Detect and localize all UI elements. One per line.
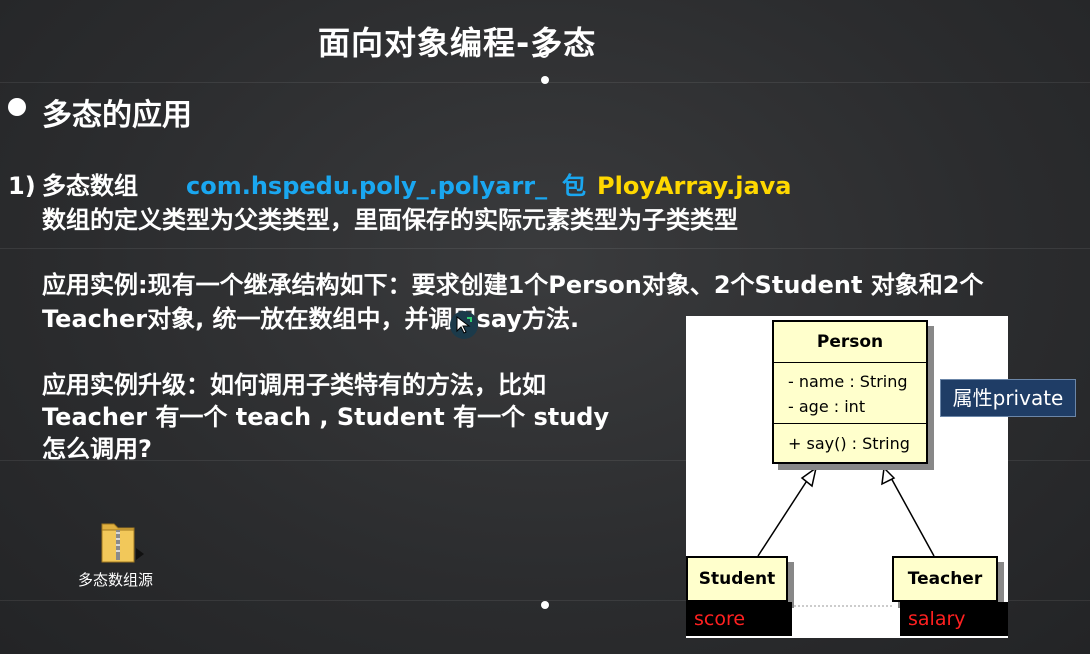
item-title: 多态数组: [42, 172, 138, 200]
private-attribute-tag: 属性private: [940, 379, 1076, 417]
package-word: 包: [562, 172, 586, 200]
file-name: PloyArray.java: [597, 172, 792, 200]
section-heading: 多态的应用: [42, 98, 192, 133]
upgrade-line-2: Teacher 有一个 teach , Student 有一个 study: [42, 403, 610, 431]
ring-decoration: [539, 48, 549, 58]
example-line-2: Teacher对象, 统一放在数组中，并调用say方法.: [42, 305, 580, 333]
dot-decoration-bottom: [541, 601, 549, 609]
definition-line: 数组的定义类型为父类类型，里面保存的实际元素类型为子类类型: [42, 206, 738, 234]
attribute-age: - age : int: [788, 397, 866, 416]
attribute-name: - name : String: [788, 372, 908, 391]
dot-decoration-top: [541, 76, 549, 84]
item-number: 1): [8, 172, 36, 200]
class-name-person: Person: [774, 322, 926, 363]
uml-class-person: Person - name : String - age : int + say…: [772, 320, 928, 464]
uml-class-teacher: Teacher: [892, 556, 998, 602]
cursor-icon: [450, 311, 478, 339]
example-line-1: 应用实例:现有一个继承结构如下：要求创建1个Person对象、2个Student…: [42, 271, 984, 299]
class-name-teacher: Teacher: [907, 569, 983, 589]
uml-diagram: Person - name : String - age : int + say…: [686, 316, 1008, 638]
upgrade-line-3: 怎么调用?: [42, 435, 152, 463]
method-say: + say() : String: [788, 434, 910, 453]
class-name-student: Student: [698, 569, 776, 589]
slide-title: 面向对象编程-多态: [318, 24, 597, 62]
bullet-icon: [8, 98, 26, 116]
zip-folder-icon[interactable]: [100, 518, 144, 566]
student-field: score: [686, 602, 792, 636]
package-path: com.hspedu.poly_.polyarr_: [186, 172, 548, 200]
teacher-field: salary: [900, 602, 1008, 636]
folder-label: 多态数组源: [78, 571, 154, 589]
uml-class-student: Student: [686, 556, 788, 602]
upgrade-line-1: 应用实例升级：如何调用子类特有的方法，比如: [42, 371, 546, 399]
